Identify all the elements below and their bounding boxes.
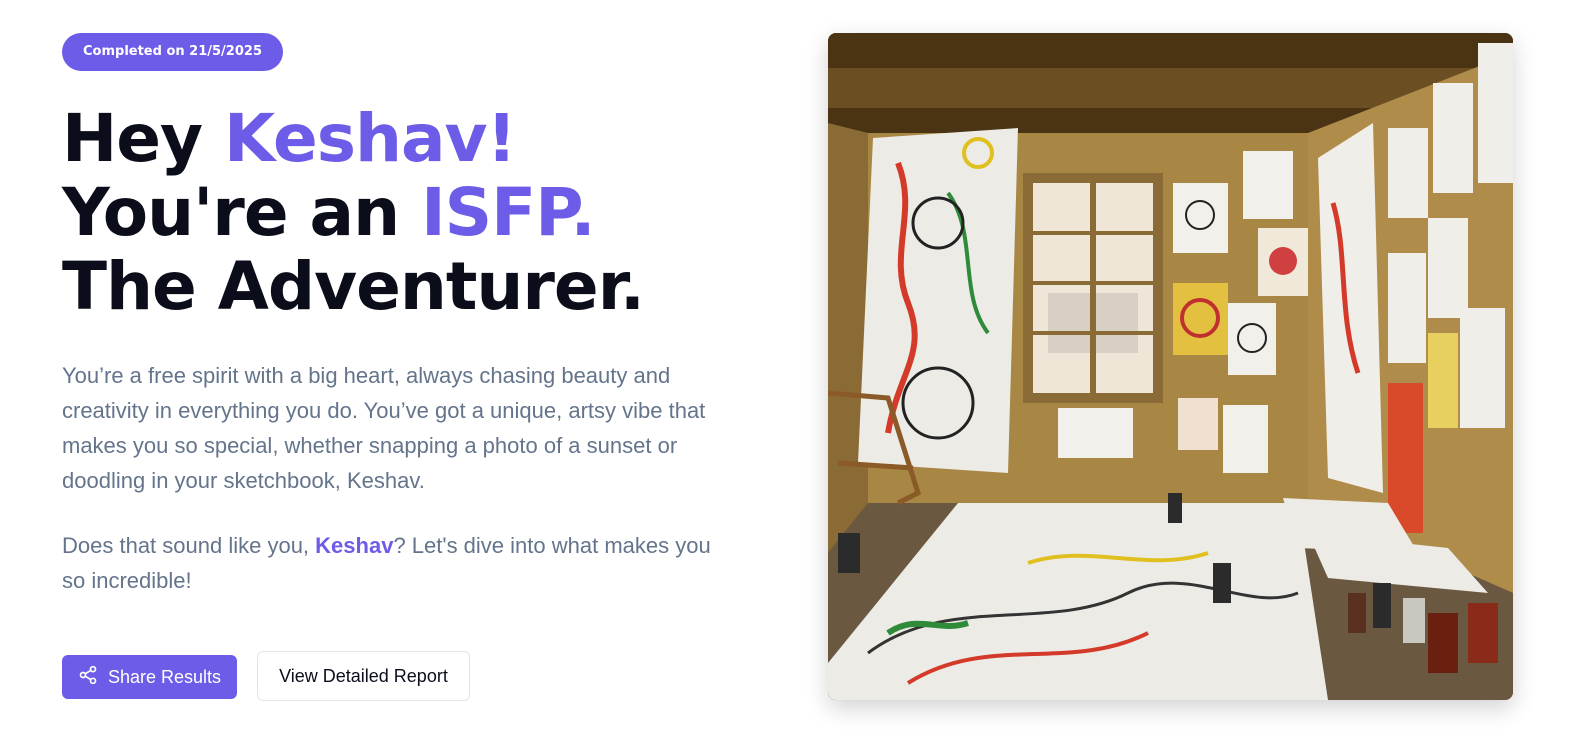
follow-up-question: Does that sound like you, Keshav? Let's …	[62, 528, 722, 598]
share-results-button[interactable]: Share Results	[62, 655, 238, 699]
greeting-prefix: Hey	[62, 100, 224, 177]
art-studio-illustration	[828, 33, 1513, 700]
greeting-line: Hey Keshav!	[62, 102, 742, 176]
question-prefix: Does that sound like you,	[62, 533, 316, 558]
page-title: Hey Keshav! You're an ISFP. The Adventur…	[62, 102, 742, 324]
user-name: Keshav!	[224, 100, 517, 177]
completion-badge: Completed on 21/5/2025	[62, 33, 283, 71]
share-results-label: Share Results	[108, 666, 222, 687]
results-page: Completed on 21/5/2025 Hey Keshav! You'r…	[0, 0, 1589, 749]
result-actions: Share Results View Detailed Report	[62, 651, 470, 701]
type-nickname: The Adventurer.	[62, 248, 645, 325]
type-description: You’re a free spirit with a big heart, a…	[62, 363, 706, 493]
share-icon	[78, 665, 98, 690]
view-detailed-report-button[interactable]: View Detailed Report	[257, 651, 470, 701]
results-intro: Completed on 21/5/2025 Hey Keshav! You'r…	[62, 33, 742, 598]
type-line: You're an ISFP.	[62, 176, 742, 250]
question-user-name: Keshav	[315, 533, 394, 558]
personality-type: ISFP.	[421, 174, 596, 251]
art-studio-photo	[828, 33, 1513, 700]
type-prefix: You're an	[62, 174, 422, 251]
